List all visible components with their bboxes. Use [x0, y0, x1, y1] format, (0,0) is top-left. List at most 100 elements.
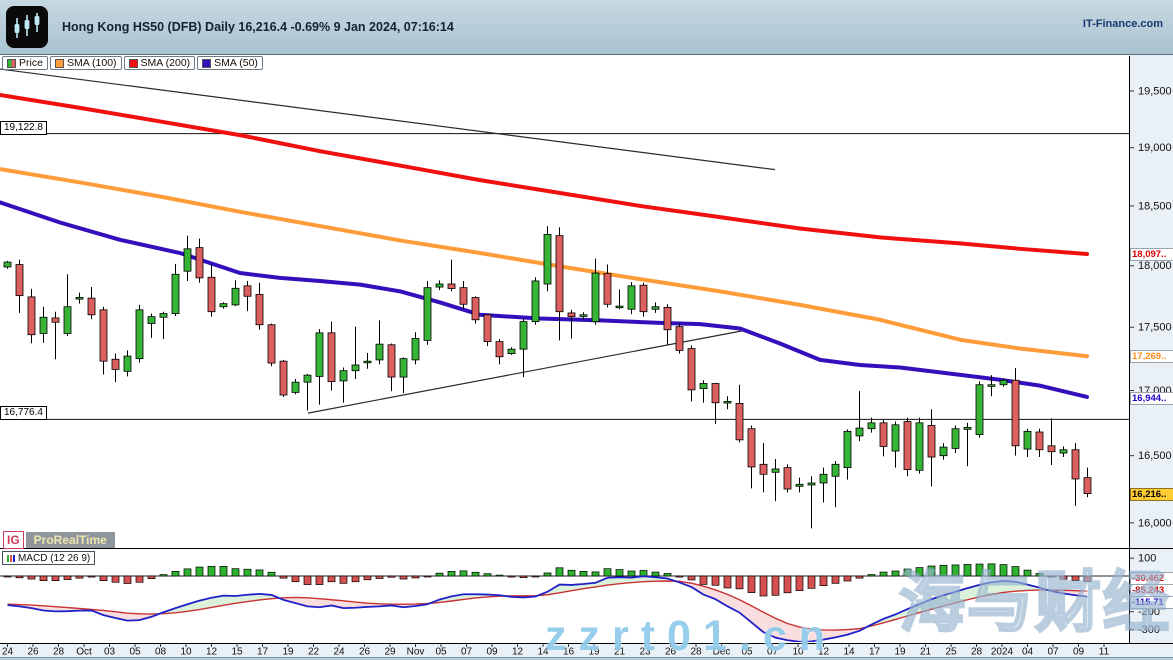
- candle-up: [436, 284, 443, 287]
- candle-up: [952, 429, 959, 449]
- candle-down: [1048, 446, 1055, 452]
- macd-hist-bar-up: [268, 572, 275, 576]
- macd-hist-bar-up: [976, 564, 983, 576]
- candle-up: [424, 288, 431, 341]
- price-tick-label: 19,000: [1138, 142, 1172, 154]
- candle-down: [676, 327, 683, 351]
- candle-up: [808, 483, 815, 485]
- macd-hist-bar-up: [436, 573, 443, 576]
- date-tick-label: 12: [818, 647, 830, 658]
- date-tick-label: 09: [486, 647, 498, 658]
- indicator-legend: Price SMA (100) SMA (200) SMA (50): [2, 56, 263, 70]
- macd-hist-bar-up: [568, 570, 575, 576]
- candle-up: [544, 234, 551, 284]
- candle-down: [460, 288, 467, 305]
- macd-hist-bar-down: [1048, 576, 1055, 577]
- candle-up: [868, 423, 875, 429]
- candle-down: [388, 345, 395, 377]
- macd-hist-bar-down: [388, 576, 395, 577]
- macd-hist-bar-up: [244, 569, 251, 576]
- macd-legend-label: MACD (12 26 9): [18, 553, 90, 564]
- macd-hist-bar-down: [1072, 576, 1079, 581]
- candle-up: [340, 371, 347, 381]
- macd-hist-bar-up: [904, 569, 911, 576]
- price-tick-label: 18,000: [1138, 260, 1172, 272]
- date-tick-label: 12: [206, 647, 218, 658]
- macd-hist-bar-up: [592, 572, 599, 576]
- hline-16776-label: 16,776.4: [0, 406, 47, 420]
- legend-sma50-button[interactable]: SMA (50): [197, 56, 263, 70]
- candle-up: [400, 359, 407, 377]
- macd-hist-bar-down: [280, 576, 287, 578]
- candle-down: [280, 361, 287, 395]
- candle-up: [916, 423, 923, 470]
- macd-hist-bar-up: [496, 575, 503, 576]
- date-tick-label: 15: [231, 647, 243, 658]
- macd-hist-bar-down: [808, 576, 815, 588]
- date-tick-label: 10: [180, 647, 192, 658]
- app-icon: [6, 6, 48, 48]
- macd-hist-bar-down: [856, 576, 863, 578]
- macd-legend-button[interactable]: MACD (12 26 9): [2, 551, 95, 565]
- date-tick-label: 28: [53, 647, 65, 658]
- candle-up: [988, 385, 995, 387]
- candle-down: [496, 342, 503, 357]
- candle-up: [76, 297, 83, 299]
- price-tick-label: 19,500: [1138, 86, 1172, 98]
- candle-up: [508, 349, 515, 353]
- macd-hist-bar-up: [640, 570, 647, 576]
- price-icon: [7, 59, 16, 68]
- date-tick-label: 2024: [991, 647, 1014, 658]
- prorealtime-logo[interactable]: ProRealTime: [26, 532, 115, 548]
- macd-hist-bar-up: [892, 571, 899, 576]
- date-tick-label: 29: [384, 647, 396, 658]
- date-tick-label: 10: [792, 647, 804, 658]
- macd-hist-bar-up: [196, 567, 203, 576]
- platform-logos: IG ProRealTime: [3, 531, 115, 549]
- itfinance-brand-link[interactable]: IT-Finance.com: [1083, 18, 1163, 30]
- candle-down: [1012, 380, 1019, 446]
- macd-hist-bar-up: [652, 572, 659, 576]
- macd-hist-bar-up: [616, 570, 623, 576]
- candle-up: [304, 375, 311, 382]
- candle-down: [472, 297, 479, 319]
- macd-hist-bar-up: [1000, 565, 1007, 576]
- candle-up: [148, 317, 155, 324]
- candle-up: [1024, 431, 1031, 449]
- candle-up: [124, 356, 131, 371]
- macd-hist-bar-down: [40, 576, 47, 581]
- candle-down: [880, 423, 887, 447]
- macd-hist-bar-up: [988, 564, 995, 576]
- chart-canvas: 19,50019,00018,50018,00017,50017,00016,5…: [0, 0, 1173, 660]
- sma50-value-label: 16,944..: [1130, 392, 1173, 405]
- macd-hist-bar-down: [676, 576, 683, 577]
- candle-down: [244, 286, 251, 296]
- legend-sma100-button[interactable]: SMA (100): [50, 56, 122, 70]
- macd-hist-bar-down: [76, 576, 83, 578]
- date-tick-label: 05: [129, 647, 141, 658]
- candle-down: [748, 429, 755, 467]
- macd-hist-bar-down: [64, 576, 71, 580]
- candle-down: [208, 277, 215, 311]
- macd-hist-bar-down: [820, 576, 827, 586]
- macd-hist-bar-down: [304, 576, 311, 585]
- candle-down: [268, 325, 275, 363]
- candle-up: [592, 273, 599, 322]
- candle-up: [376, 344, 383, 360]
- date-tick-label: 25: [945, 647, 957, 658]
- last-price-label: 16,216..: [1130, 488, 1173, 501]
- date-tick-label: 28: [971, 647, 983, 658]
- legend-price-button[interactable]: Price: [2, 56, 48, 70]
- ig-logo[interactable]: IG: [3, 531, 24, 549]
- date-tick-label: Nov: [407, 647, 425, 658]
- candle-up: [1060, 450, 1067, 453]
- candle-down: [448, 284, 455, 289]
- macd-hist-bar-down: [412, 576, 419, 578]
- candle-down: [484, 315, 491, 342]
- macd-icon: [7, 555, 15, 562]
- date-tick-label: 28: [690, 647, 702, 658]
- macd-hist-bar-down: [340, 576, 347, 583]
- macd-hist-bar-down: [100, 576, 107, 581]
- macd-hist-bar-down: [748, 576, 755, 593]
- legend-sma200-button[interactable]: SMA (200): [124, 56, 196, 70]
